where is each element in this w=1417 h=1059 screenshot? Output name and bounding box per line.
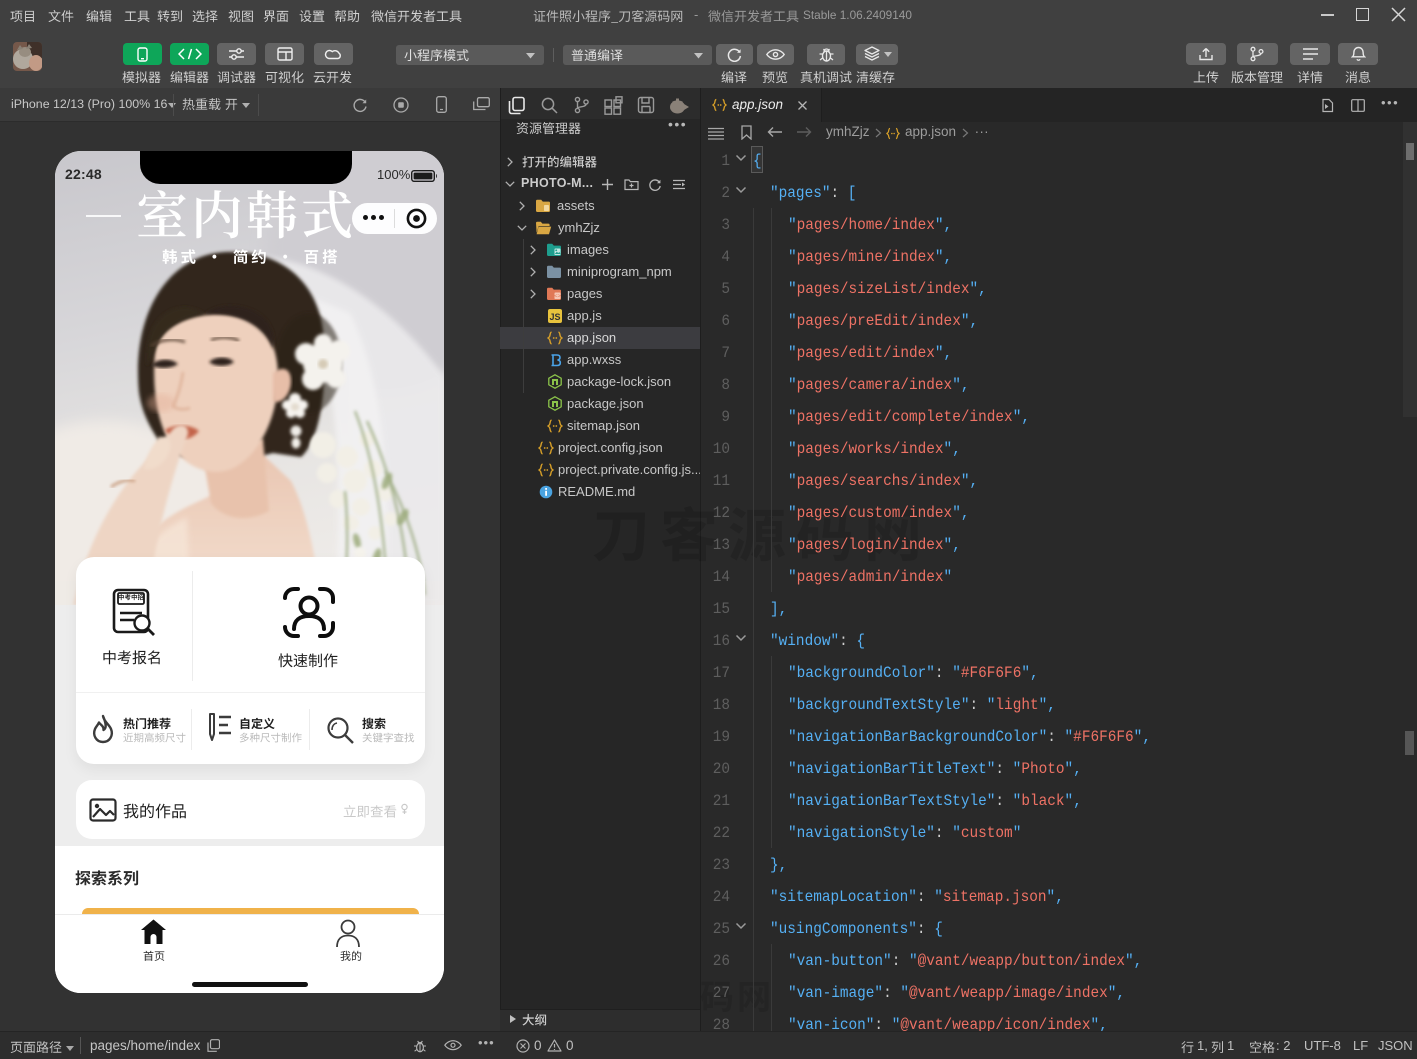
svg-text:JS: JS	[549, 312, 560, 322]
svg-text:<>: <>	[554, 293, 561, 300]
